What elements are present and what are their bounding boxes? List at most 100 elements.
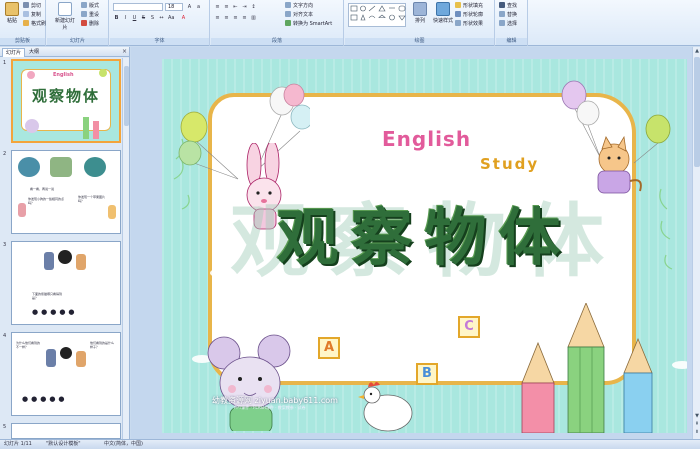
- thumb-child: [44, 252, 54, 270]
- status-bar: 幻灯片 1/11 "默认设计模板" 中文(简体，中国): [0, 439, 700, 449]
- layout-button[interactable]: 版式: [81, 2, 99, 10]
- slide-canvas[interactable]: English Study 观察物体 观察物体 C B A 幼教资源网 ziyu…: [162, 59, 687, 433]
- slide-thumbnail-5[interactable]: [11, 423, 121, 439]
- thumb-title: 观察物体: [31, 87, 100, 105]
- font-color-icon[interactable]: A: [180, 14, 187, 21]
- slide-number: 4: [3, 333, 7, 339]
- slide-thumbnail-2[interactable]: 看一看，再说一说 你发现小狗的一些相同的点吗？ 你发现一个苹果图片吗？: [11, 150, 121, 234]
- shape-effects-button[interactable]: 形状效果: [455, 20, 483, 28]
- slide-number: 5: [3, 424, 7, 430]
- increase-indent-icon[interactable]: ⇥: [241, 3, 248, 10]
- tab-slides[interactable]: 幻灯片: [2, 48, 26, 57]
- font-size-combo[interactable]: 18: [165, 3, 183, 11]
- italic-icon[interactable]: I: [122, 14, 129, 21]
- paragraph-group-label: 段落: [211, 38, 343, 45]
- justify-icon[interactable]: ≡: [241, 14, 248, 21]
- decrease-indent-icon[interactable]: ⇤: [232, 3, 239, 10]
- thumb-bubble: 为什么他们看到的不一样？: [16, 341, 41, 349]
- copy-button[interactable]: 复制: [23, 11, 41, 19]
- slide-title[interactable]: 观察物体: [162, 187, 687, 277]
- align-center-icon[interactable]: ≡: [223, 14, 230, 21]
- underline-icon[interactable]: U: [131, 14, 138, 21]
- bold-icon[interactable]: B: [113, 14, 120, 21]
- text-direction-button[interactable]: 文字方向: [285, 2, 313, 10]
- shrink-font-icon[interactable]: a: [195, 3, 202, 10]
- thumb-bubble: 看一看，再说一说: [30, 187, 55, 191]
- find-button[interactable]: 查找: [499, 2, 517, 10]
- pane-tabs: 幻灯片 大纲 ×: [0, 47, 129, 57]
- replace-button[interactable]: 替换: [499, 11, 517, 19]
- char-spacing-icon[interactable]: ↔: [158, 14, 165, 21]
- align-text-button[interactable]: 对齐文本: [285, 11, 313, 19]
- slide-number: 3: [3, 242, 7, 248]
- clipboard-group: 粘贴 剪切 复制 格式刷 剪贴板: [0, 0, 46, 46]
- thumb-panda: [60, 347, 72, 359]
- numbering-icon[interactable]: ≡: [223, 3, 230, 10]
- arrange-icon: [413, 2, 427, 16]
- quick-styles-icon: [436, 2, 450, 16]
- next-slide-icon[interactable]: ⇟: [694, 429, 700, 435]
- slide-thumbnail-4[interactable]: 为什么他们看到的不一样？ 他们看到的是什么样子？ ●●●●●: [11, 332, 121, 416]
- slide-thumbnail-1[interactable]: 观察物体 English: [11, 59, 121, 143]
- slides-group-label: 幻灯片: [47, 38, 108, 45]
- tab-outline[interactable]: 大纲: [26, 48, 42, 57]
- slide-number: 2: [3, 151, 7, 157]
- bullets-icon[interactable]: ≡: [214, 3, 221, 10]
- scrollbar-thumb[interactable]: [694, 57, 700, 167]
- english-text: English: [382, 127, 472, 151]
- outline-icon: [455, 11, 461, 17]
- thumb-child: [18, 203, 26, 217]
- columns-icon[interactable]: ▥: [250, 14, 257, 21]
- thumb-pencil: [93, 121, 99, 139]
- shape-outline-button[interactable]: 形状轮廓: [455, 11, 483, 19]
- clipboard-group-label: 剪贴板: [0, 38, 45, 45]
- reset-button[interactable]: 重设: [81, 11, 99, 19]
- drawing-group-label: 绘图: [345, 38, 494, 45]
- line-spacing-icon[interactable]: ↕: [250, 3, 257, 10]
- drawing-group: 排列 快速样式 形状填充 形状轮廓 形状效果 绘图: [345, 0, 495, 46]
- new-slide-button[interactable]: 新建幻灯片: [53, 2, 77, 31]
- editing-group-label: 编辑: [496, 38, 527, 45]
- scrollbar-thumb[interactable]: [124, 66, 129, 126]
- font-group: 18 A a B I U S S ↔ Aa A 字体: [110, 0, 210, 46]
- scroll-down-icon[interactable]: ▼: [694, 413, 700, 419]
- scissors-icon: [23, 2, 29, 8]
- format-painter-button[interactable]: 格式刷: [23, 20, 46, 28]
- previous-slide-icon[interactable]: ⇞: [694, 421, 700, 427]
- cursor-icon: [499, 20, 505, 26]
- smartart-button[interactable]: 转换为 SmartArt: [285, 20, 332, 28]
- shapes-gallery[interactable]: [348, 3, 406, 27]
- delete-slide-button[interactable]: 删除: [81, 20, 99, 28]
- shadow-icon[interactable]: S: [149, 14, 156, 21]
- close-icon[interactable]: ×: [122, 48, 127, 55]
- fill-icon: [455, 2, 461, 8]
- align-left-icon[interactable]: ≡: [214, 14, 221, 21]
- strikethrough-icon[interactable]: S: [140, 14, 147, 21]
- thumb-child: [76, 254, 86, 270]
- quick-styles-button[interactable]: 快速样式: [432, 2, 454, 24]
- study-text: Study: [480, 155, 540, 173]
- arrange-button[interactable]: 排列: [409, 2, 431, 24]
- font-name-combo[interactable]: [113, 3, 163, 11]
- thumb-pandas-row: ●●●●●: [22, 395, 68, 403]
- shape-fill-button[interactable]: 形状填充: [455, 2, 483, 10]
- change-case-icon[interactable]: Aa: [167, 14, 174, 21]
- thumb-pandas-row: ●●●●●: [32, 308, 78, 316]
- select-button[interactable]: 选择: [499, 20, 517, 28]
- thumb-child: [76, 351, 86, 367]
- delete-icon: [81, 20, 87, 26]
- grow-font-icon[interactable]: A: [186, 3, 193, 10]
- language-indicator[interactable]: 中文(简体，中国): [104, 440, 143, 449]
- paste-button[interactable]: 粘贴: [2, 2, 22, 24]
- cut-button[interactable]: 剪切: [23, 2, 41, 10]
- study-heading: Study: [480, 155, 539, 173]
- align-right-icon[interactable]: ≡: [232, 14, 239, 21]
- mouse-illustration: [207, 334, 291, 431]
- slide-thumbnail-3[interactable]: 下面的熊猫哪只看得到是？ ●●●●●: [11, 241, 121, 325]
- theme-name: "默认设计模板": [46, 441, 81, 447]
- thumbnail-scrollbar[interactable]: [122, 58, 129, 439]
- slide-number: 1: [3, 60, 7, 66]
- thumb-english: English: [53, 72, 74, 78]
- slide-scrollbar[interactable]: ▲ ▼ ⇞ ⇟: [692, 47, 700, 439]
- scroll-up-icon[interactable]: ▲: [694, 48, 700, 54]
